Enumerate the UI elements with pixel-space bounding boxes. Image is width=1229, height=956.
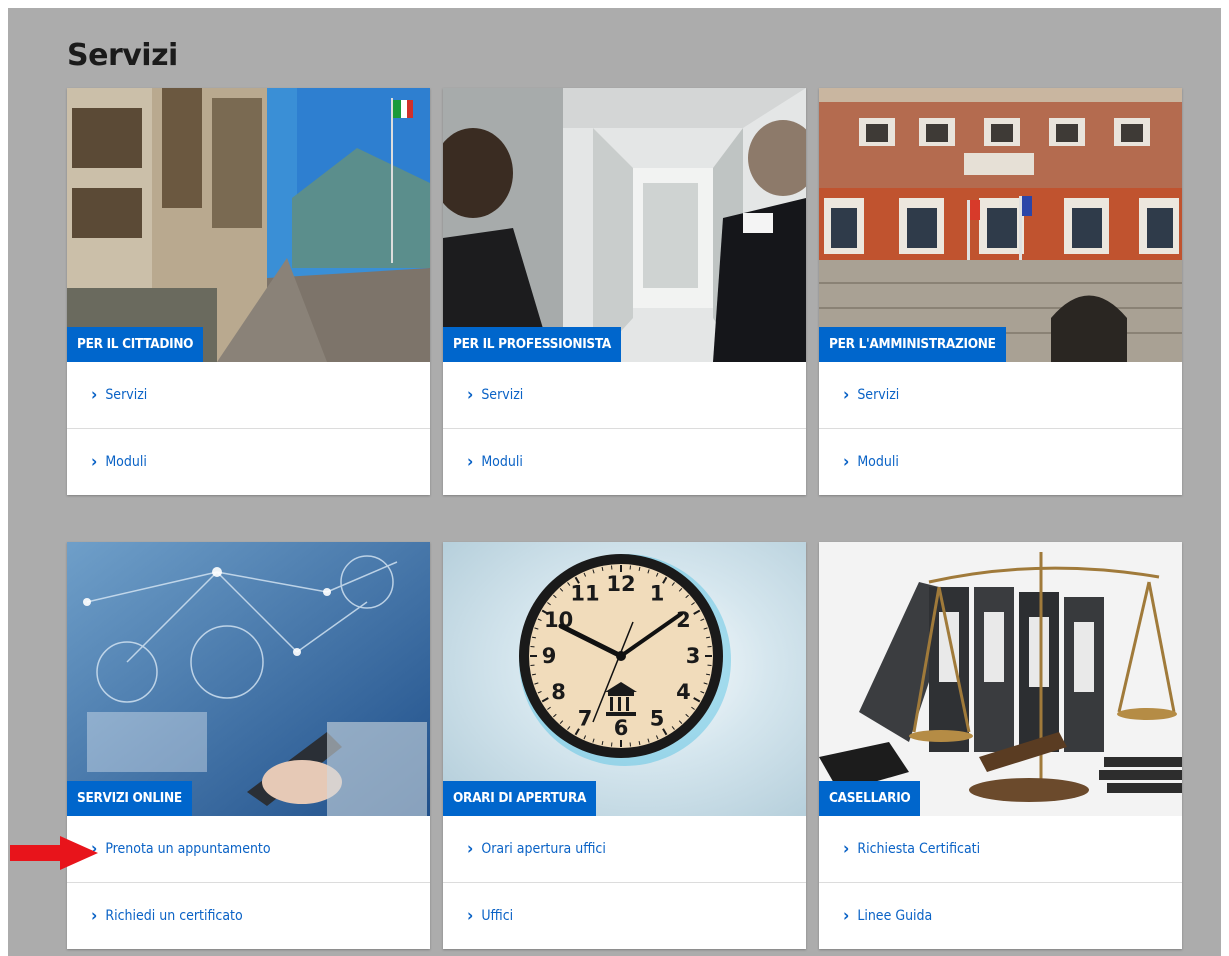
card-cittadino: PER IL CITTADINO › Servizi › Moduli	[67, 88, 430, 495]
network-photo	[67, 542, 430, 816]
link-amministrazione-moduli[interactable]: › Moduli	[819, 428, 1182, 495]
card-label: PER IL CITTADINO	[67, 327, 204, 362]
chevron-right-icon: ›	[467, 385, 474, 405]
link-richiedi-certificato[interactable]: › Richiedi un certificato	[67, 882, 430, 949]
building-photo	[67, 88, 430, 362]
link-richiesta-certificati[interactable]: › Richiesta Certificati	[819, 816, 1182, 882]
clock-numeral: 6	[614, 716, 629, 740]
card-label: SERVIZI ONLINE	[67, 781, 192, 816]
link-professionista-servizi[interactable]: › Servizi	[443, 362, 806, 428]
link-professionista-moduli[interactable]: › Moduli	[443, 428, 806, 495]
red-arrow-icon	[10, 836, 98, 870]
chevron-right-icon: ›	[91, 385, 98, 405]
chevron-right-icon: ›	[843, 839, 850, 859]
card-label: ORARI DI APERTURA	[443, 781, 597, 816]
chevron-right-icon: ›	[91, 906, 98, 926]
link-linee-guida[interactable]: › Linee Guida	[819, 882, 1182, 949]
card-professionista: PER IL PROFESSIONISTA › Servizi › Moduli	[443, 88, 806, 495]
card-amministrazione-image[interactable]: PER L'AMMINISTRAZIONE	[819, 88, 1182, 362]
card-casellario: CASELLARIO › Richiesta Certificati › Lin…	[819, 542, 1182, 949]
card-servizi-online-image[interactable]: SERVIZI ONLINE	[67, 542, 430, 816]
card-orari-apertura: 12 1 2 3 4 5 6 7 8 9 10 11 ORARI DI APERTURA › Orar…	[443, 542, 806, 949]
chevron-right-icon: ›	[843, 906, 850, 926]
clock-numeral: 8	[551, 680, 566, 704]
card-casellario-image[interactable]: CASELLARIO	[819, 542, 1182, 816]
chevron-right-icon: ›	[467, 839, 474, 859]
clock-photo: 12 1234567891011	[443, 542, 806, 816]
link-amministrazione-servizi[interactable]: › Servizi	[819, 362, 1182, 428]
link-orari-uffici[interactable]: › Orari apertura uffici	[443, 816, 806, 882]
card-professionista-image[interactable]: PER IL PROFESSIONISTA	[443, 88, 806, 362]
card-amministrazione: PER L'AMMINISTRAZIONE › Servizi › Moduli	[819, 88, 1182, 495]
card-orari-apertura-image[interactable]: 12 1 2 3 4 5 6 7 8 9 10 11 ORARI DI APERTURA	[443, 542, 806, 816]
link-prenota-appuntamento[interactable]: › Prenota un appuntamento	[67, 816, 430, 882]
law-scales-photo	[819, 542, 1182, 816]
clock-numeral: 4	[676, 680, 691, 704]
link-cittadino-moduli[interactable]: › Moduli	[67, 428, 430, 495]
chevron-right-icon: ›	[467, 906, 474, 926]
ministry-building-photo	[819, 88, 1182, 362]
chevron-right-icon: ›	[843, 452, 850, 472]
clock-numeral: 11	[570, 582, 599, 606]
clock-numeral: 7	[578, 706, 593, 730]
office-photo	[443, 88, 806, 362]
clock-numeral: 2	[676, 608, 691, 632]
link-cittadino-servizi[interactable]: › Servizi	[67, 362, 430, 428]
clock-numeral: 3	[686, 644, 701, 668]
card-label: PER L'AMMINISTRAZIONE	[819, 327, 1006, 362]
clock-numeral: 5	[650, 706, 665, 730]
card-label: CASELLARIO	[819, 781, 921, 816]
chevron-right-icon: ›	[843, 385, 850, 405]
card-label: PER IL PROFESSIONISTA	[443, 327, 621, 362]
chevron-right-icon: ›	[467, 452, 474, 472]
card-servizi-online: SERVIZI ONLINE › Prenota un appuntamento…	[67, 542, 430, 949]
clock-numeral: 1	[650, 582, 665, 606]
clock-numeral: 12	[606, 572, 635, 596]
chevron-right-icon: ›	[91, 452, 98, 472]
page-title: Servizi	[67, 38, 178, 73]
clock-numeral: 9	[542, 644, 557, 668]
card-cittadino-image[interactable]: PER IL CITTADINO	[67, 88, 430, 362]
link-uffici[interactable]: › Uffici	[443, 882, 806, 949]
